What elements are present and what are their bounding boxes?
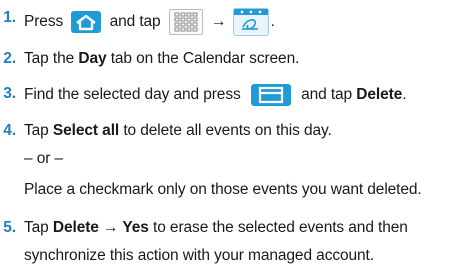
step-number: 2. — [3, 50, 16, 67]
calendar-icon — [232, 8, 269, 36]
step-text-part: Tap — [24, 219, 53, 236]
step-text-part: . — [270, 13, 275, 31]
or-separator: – or – — [24, 150, 64, 167]
step-text-bold: Select all — [52, 122, 120, 139]
step-text-bold: Delete — [356, 86, 403, 104]
section-heading-fragment — [22, 0, 102, 5]
step-text: Place a checkmark only on those events y… — [24, 181, 422, 198]
menu-key-icon — [250, 84, 291, 106]
step-number: 3. — [3, 85, 16, 102]
step-text-part: and tap — [109, 13, 161, 31]
step-text-part: Find the selected day and press — [24, 86, 241, 104]
step-text-part: Press — [24, 13, 64, 31]
step-text-part: tab on the Calendar screen. — [106, 50, 300, 67]
step-text-part: Tap the — [24, 50, 79, 67]
arrow-glyph: → — [211, 13, 227, 31]
apps-grid-icon — [168, 9, 203, 35]
step-number: 4. — [3, 122, 16, 139]
step-text: synchronize this action with your manage… — [24, 247, 374, 264]
step-text: Press and tap → . — [24, 8, 465, 36]
step-text-part: to delete all events on this day. — [119, 122, 332, 139]
step-text-part: and tap — [301, 86, 357, 104]
home-key-icon — [71, 11, 102, 33]
step-text: Find the selected day and press and tap … — [24, 84, 465, 106]
step-text: Tap Delete → Yes to erase the selected e… — [24, 218, 465, 238]
step-number: 5. — [3, 219, 16, 236]
step-text: Tap the Day tab on the Calendar screen. — [24, 49, 465, 69]
step-number: 1. — [3, 9, 16, 26]
step-text-part: to erase the selected events and then — [148, 219, 408, 236]
step-text-part: . — [402, 86, 407, 104]
step-text-bold: Delete → Yes — [52, 219, 149, 236]
step-text-part: Tap — [24, 122, 53, 139]
step-text: Tap Select all to delete all events on t… — [24, 121, 465, 141]
step-text-bold: Day — [78, 50, 107, 67]
